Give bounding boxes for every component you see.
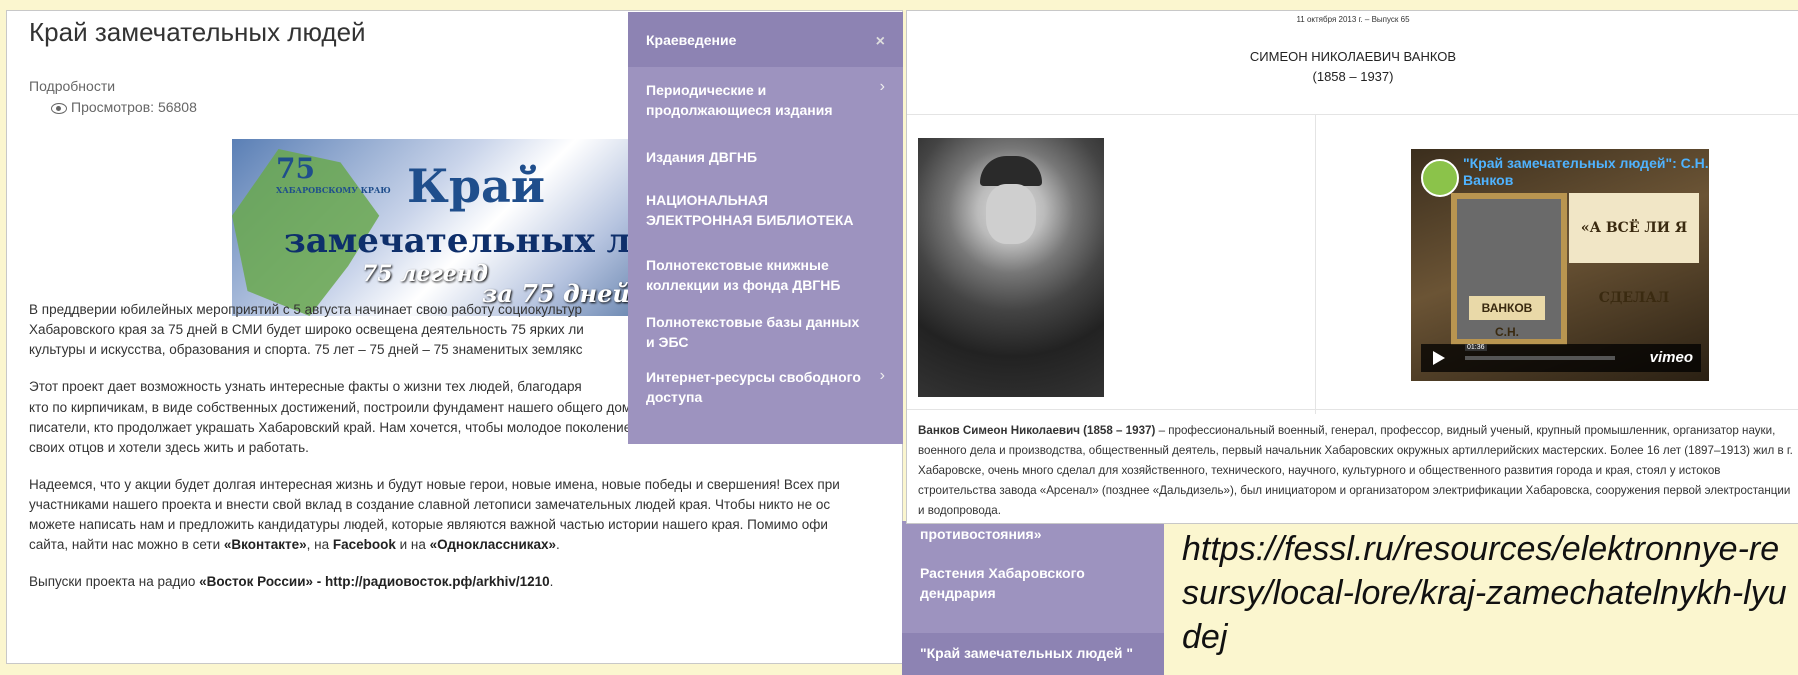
social-suffix: . <box>556 537 560 552</box>
person-years: (1858 – 1937) <box>1312 69 1394 84</box>
views-counter: Просмотров: 56808 <box>51 99 197 115</box>
menu-item-periodicals[interactable]: Периодические и продолжающиеся издания <box>646 80 866 120</box>
face-shape <box>986 184 1036 244</box>
section-menu: Краеведение × Периодические и продолжающ… <box>628 12 903 444</box>
paragraph-line: можете написать нам и предложить кандида… <box>29 517 828 532</box>
chevron-right-icon[interactable]: › <box>880 78 885 96</box>
social-prefix: сайта, найти нас можно в сети <box>29 537 224 552</box>
paragraph-line: Этот проект дает возможность узнать инте… <box>29 379 582 394</box>
close-icon[interactable]: × <box>876 33 885 51</box>
radio-line: Выпуски проекта на радио «Восток России»… <box>29 572 553 592</box>
cap-shape <box>980 156 1042 186</box>
divider <box>907 114 1798 115</box>
biography-text: Ванков Симеон Николаевич (1858 – 1937) –… <box>918 421 1793 521</box>
vkontakte-link[interactable]: «Вконтакте» <box>224 537 307 552</box>
project-banner: 75 ХАБАРОВСКОМУ КРАЮ Край замечательных … <box>232 139 682 316</box>
details-label[interactable]: Подробности <box>29 78 115 94</box>
source-url: https://fessl.ru/resources/elektronnye-r… <box>1182 530 1787 656</box>
time-label: 01:36 <box>1465 344 1487 351</box>
menu-item-book-collections[interactable]: Полнотекстовые книжные коллекции из фонд… <box>646 255 866 295</box>
radio-suffix: . <box>549 574 554 589</box>
paragraph-line: участниками нашего проекта и внести свой… <box>29 497 831 512</box>
bio-body: – профессиональный военный, генерал, про… <box>918 424 1793 517</box>
badge-caption: ХАБАРОВСКОМУ КРАЮ <box>276 185 391 195</box>
quote-card: «А ВСЁ ЛИ Я СДЕЛАЛ <box>1569 193 1699 306</box>
menu-item-confrontation[interactable]: противостояния» <box>920 524 1140 544</box>
menu-item-plants[interactable]: Растения Хабаровского дендрария <box>920 563 1140 603</box>
menu-item-kraj-zamechatelnykh[interactable]: "Край замечательных людей " <box>920 643 1160 663</box>
banner-line2: замечательных люд <box>284 221 682 261</box>
facebook-link[interactable]: Facebook <box>333 537 396 552</box>
menu-item-national-library[interactable]: НАЦИОНАЛЬНАЯ ЭЛЕКТРОННАЯ БИБЛИОТЕКА <box>646 190 866 230</box>
divider <box>907 409 1798 410</box>
paragraph-line: своих отцов и хотели здесь жить и работа… <box>29 440 309 455</box>
paragraph-line: В преддверии юбилейных мероприятий с 5 а… <box>29 302 583 317</box>
video-controls: 01:36 vimeo <box>1421 344 1701 372</box>
name-sign: ВАНКОВ С.Н. <box>1469 296 1545 339</box>
radio-prefix: Выпуски проекта на радио <box>29 574 200 589</box>
menu-header[interactable]: Краеведение × <box>628 12 903 67</box>
radio-link[interactable]: «Восток России» - http://радиовосток.рф/… <box>199 574 549 589</box>
social-sep: и на <box>395 537 430 552</box>
article-page: 11 октября 2013 г. – Выпуск 65 СИМЕОН НИ… <box>906 10 1798 524</box>
video-player[interactable]: "Край замечательных людей": С.Н. Ванков … <box>1411 149 1709 381</box>
portrait-photo <box>918 138 1104 397</box>
paragraph-line: Надеемся, что у акции будет долгая интер… <box>29 477 840 492</box>
banner-line1: Край <box>407 159 545 213</box>
odnoklassniki-link[interactable]: «Одноклассниках» <box>430 537 556 552</box>
channel-avatar[interactable] <box>1421 159 1459 197</box>
menu-item-internet-resources[interactable]: Интернет-ресурсы свободного доступа <box>646 367 866 407</box>
anniversary-badge: 75 ХАБАРОВСКОМУ КРАЮ <box>276 152 391 195</box>
progress-track[interactable] <box>1465 356 1615 360</box>
menu-item-kraevedenie[interactable]: Краеведение <box>646 30 866 50</box>
person-name: СИМЕОН НИКОЛАЕВИЧ ВАНКОВ <box>1249 49 1457 64</box>
divider <box>1315 114 1316 414</box>
eye-icon <box>51 102 67 114</box>
paragraph-line: Хабаровского края за 75 дней в СМИ будет… <box>29 322 584 337</box>
social-sep: , на <box>306 537 333 552</box>
bio-name: Ванков Симеон Николаевич (1858 – 1937) <box>918 424 1156 437</box>
menu-item-databases[interactable]: Полнотекстовые базы данных и ЭБС <box>646 312 866 352</box>
paragraph-line: культуры и искусства, образования и спор… <box>29 342 583 357</box>
video-title[interactable]: "Край замечательных людей": С.Н. Ванков <box>1463 155 1709 189</box>
play-icon[interactable] <box>1433 351 1445 365</box>
menu-item-dvgnb-publications[interactable]: Издания ДВГНБ <box>646 147 866 167</box>
section-menu-lower: противостояния» Растения Хабаровского де… <box>902 521 1164 675</box>
banner-line3: 75 легенд <box>362 261 489 287</box>
badge-number: 75 <box>276 152 315 185</box>
vimeo-logo[interactable]: vimeo <box>1650 349 1693 366</box>
social-links-line: сайта, найти нас можно в сети «Вконтакте… <box>29 535 560 555</box>
issue-date: 11 октября 2013 г. – Выпуск 65 <box>1296 15 1410 24</box>
page-title: Край замечательных людей <box>29 17 366 47</box>
chevron-right-icon[interactable]: › <box>880 367 885 385</box>
views-text: Просмотров: 56808 <box>71 99 197 115</box>
